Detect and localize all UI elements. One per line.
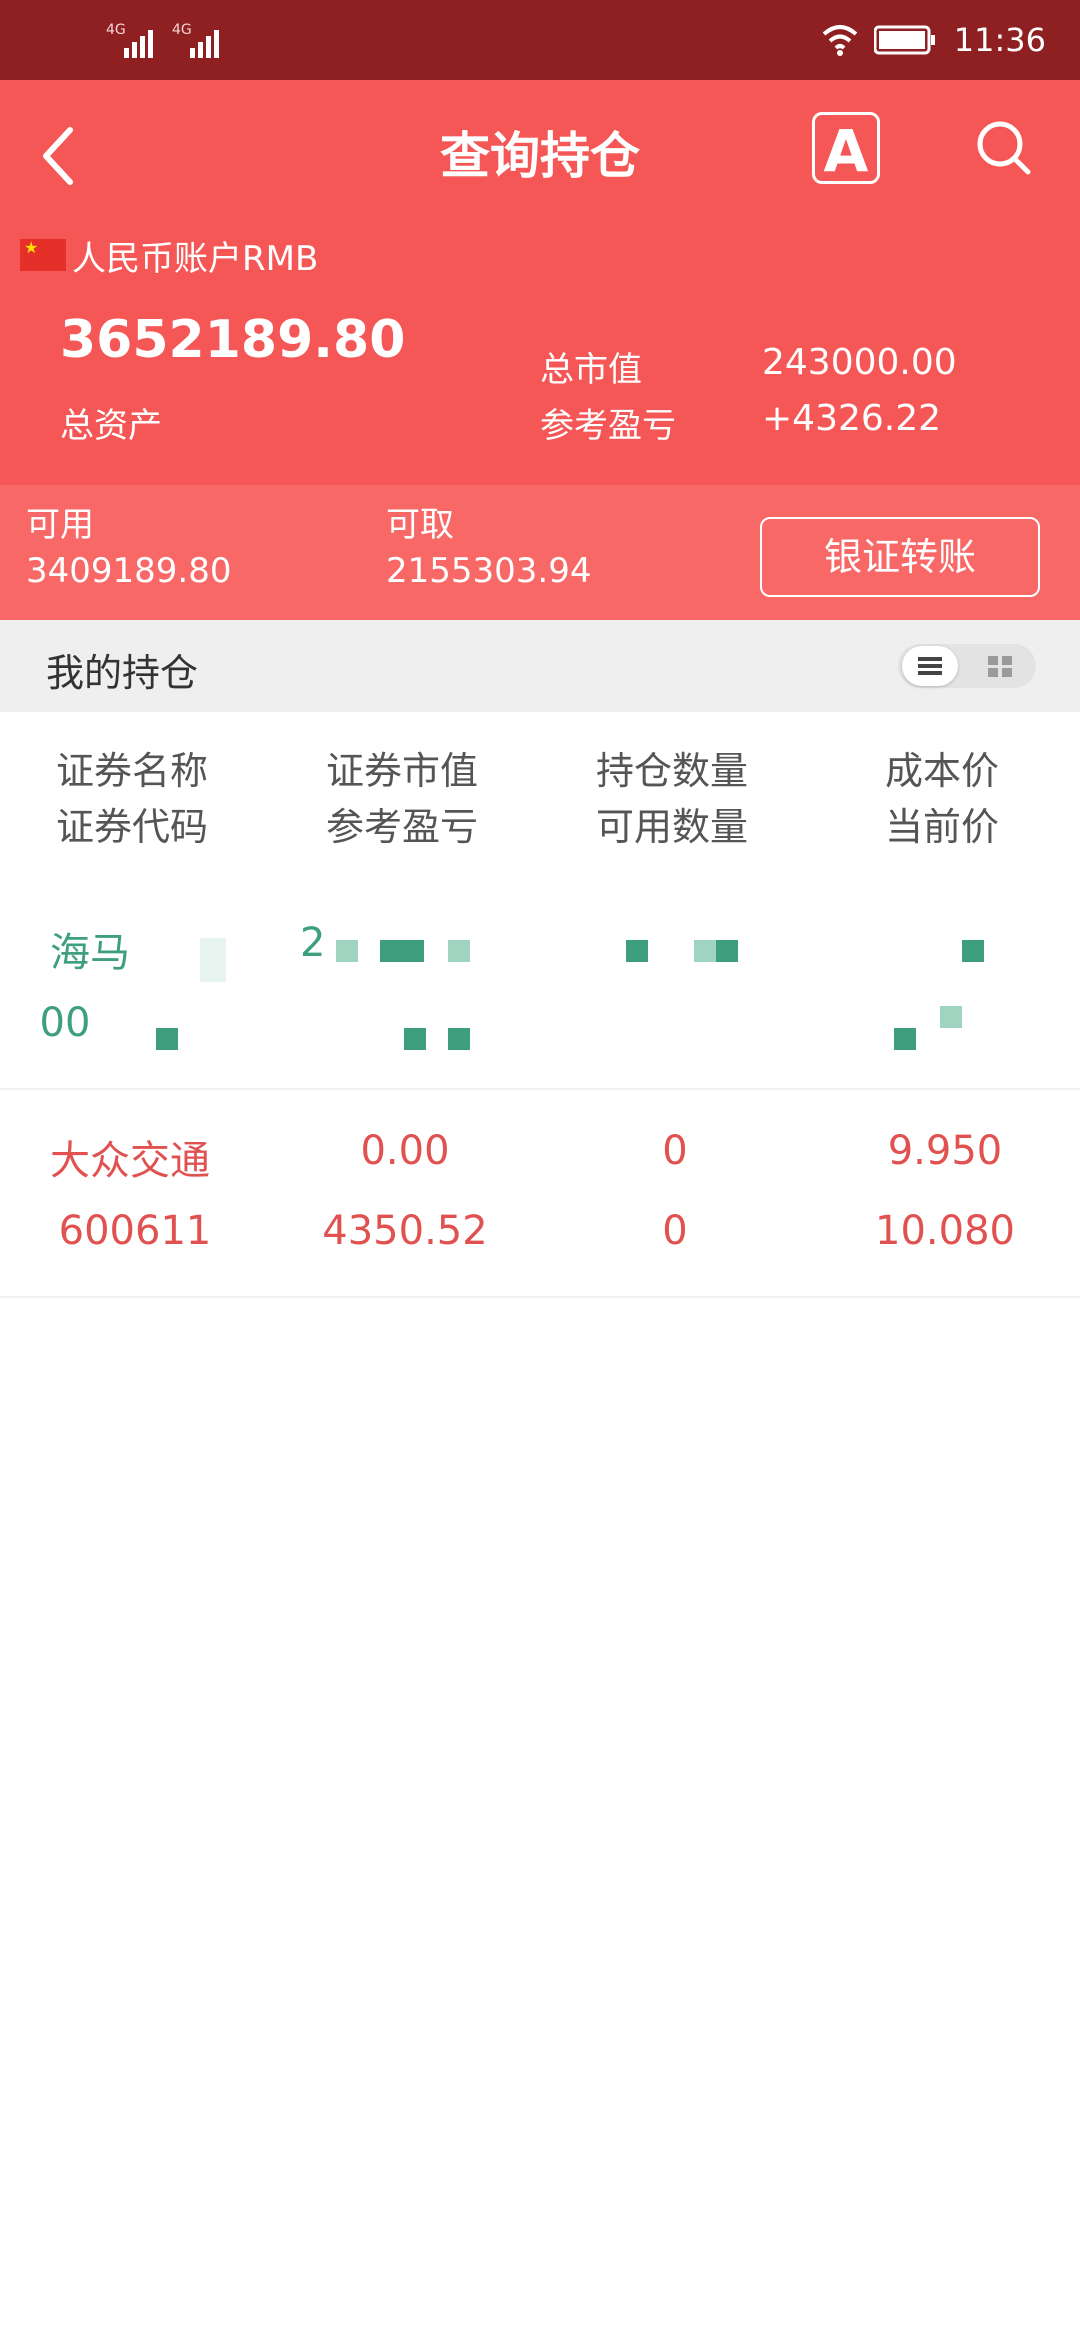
redaction-block <box>716 940 738 962</box>
col-header-cost: 成本价 <box>884 749 999 793</box>
font-size-button[interactable]: A <box>812 112 880 185</box>
col-header-market-value: 证券市值 <box>325 749 478 793</box>
funds-bar: 可用 3409189.80 可取 2155303.94 银证转账 <box>0 485 1080 620</box>
ref-pl-value: +4326.22 <box>762 398 942 439</box>
status-bar: 4G 4G 11:36 <box>0 0 1080 80</box>
row-current-price: 10.080 <box>875 1208 1015 1254</box>
redaction-block <box>448 1028 470 1050</box>
redaction-block <box>402 940 424 962</box>
redaction-block <box>404 1028 426 1050</box>
redaction-block <box>380 940 402 962</box>
table-row[interactable]: 海马 00 2 <box>0 880 1080 1090</box>
search-icon[interactable] <box>970 114 1040 184</box>
redaction-block <box>694 940 716 962</box>
total-assets-value: 3652189.80 <box>60 310 406 370</box>
table-row[interactable]: 大众交通 600611 0.00 4350.52 0 0 9.950 10.08… <box>0 1090 1080 1298</box>
redaction-block <box>156 1028 178 1050</box>
wifi-icon <box>822 25 858 56</box>
account-name: 人民币账户RMB <box>72 238 319 279</box>
grid-view-icon[interactable] <box>986 654 1014 678</box>
row-market-value: 2 <box>300 920 326 966</box>
row-code: 00 <box>39 1000 91 1046</box>
account-header: 查询持仓 A ★ 人民币账户RMB 3652189.80 总资产 总市值 243… <box>0 80 1080 485</box>
col-header-name: 证券名称 <box>55 749 208 793</box>
view-toggle[interactable] <box>898 644 1036 688</box>
positions-title: 我的持仓 <box>46 651 199 695</box>
redaction-block <box>940 1006 962 1028</box>
ref-pl-label: 参考盈亏 <box>540 406 676 446</box>
market-value-label: 总市值 <box>540 350 642 390</box>
withdrawable-value: 2155303.94 <box>386 551 592 591</box>
redaction-block <box>894 1028 916 1050</box>
row-ref-pl: 4350.52 <box>322 1208 488 1254</box>
col-header-avail-qty: 可用数量 <box>595 805 748 849</box>
row-cost-price: 9.950 <box>887 1128 1003 1174</box>
row-qty: 0 <box>662 1128 688 1174</box>
page-title: 查询持仓 <box>440 127 640 185</box>
row-avail-qty: 0 <box>662 1208 688 1254</box>
usable-value: 3409189.80 <box>26 551 232 591</box>
redaction-block <box>200 938 226 982</box>
list-view-icon[interactable] <box>916 654 944 678</box>
col-header-ref-pl: 参考盈亏 <box>325 805 478 849</box>
bank-transfer-button[interactable]: 银证转账 <box>760 517 1040 597</box>
clock: 11:36 <box>953 21 1046 59</box>
row-code: 600611 <box>58 1208 212 1254</box>
china-flag-icon: ★ <box>20 239 66 271</box>
col-header-price: 当前价 <box>884 805 999 849</box>
row-name: 大众交通 <box>50 1138 210 1184</box>
positions-section-header: 我的持仓 <box>0 620 1080 712</box>
total-assets-label: 总资产 <box>60 406 162 446</box>
account-selector[interactable]: ★ 人民币账户RMB <box>20 230 318 280</box>
row-name: 海马 <box>50 930 130 976</box>
redaction-block <box>336 940 358 962</box>
usable-label: 可用 <box>26 505 94 545</box>
col-header-code: 证券代码 <box>55 805 208 849</box>
row-market-value: 0.00 <box>360 1128 450 1174</box>
redaction-block <box>962 940 984 962</box>
redaction-block <box>626 940 648 962</box>
network-type-label-2: 4G <box>172 22 192 38</box>
market-value: 243000.00 <box>762 342 957 383</box>
col-header-qty: 持仓数量 <box>595 749 748 793</box>
table-header: 证券名称 证券代码 证券市值 参考盈亏 持仓数量 可用数量 成本价 当前价 <box>0 712 1080 862</box>
redaction-block <box>448 940 470 962</box>
withdrawable-label: 可取 <box>386 505 454 545</box>
network-type-label: 4G <box>106 22 126 38</box>
battery-icon <box>873 25 935 55</box>
